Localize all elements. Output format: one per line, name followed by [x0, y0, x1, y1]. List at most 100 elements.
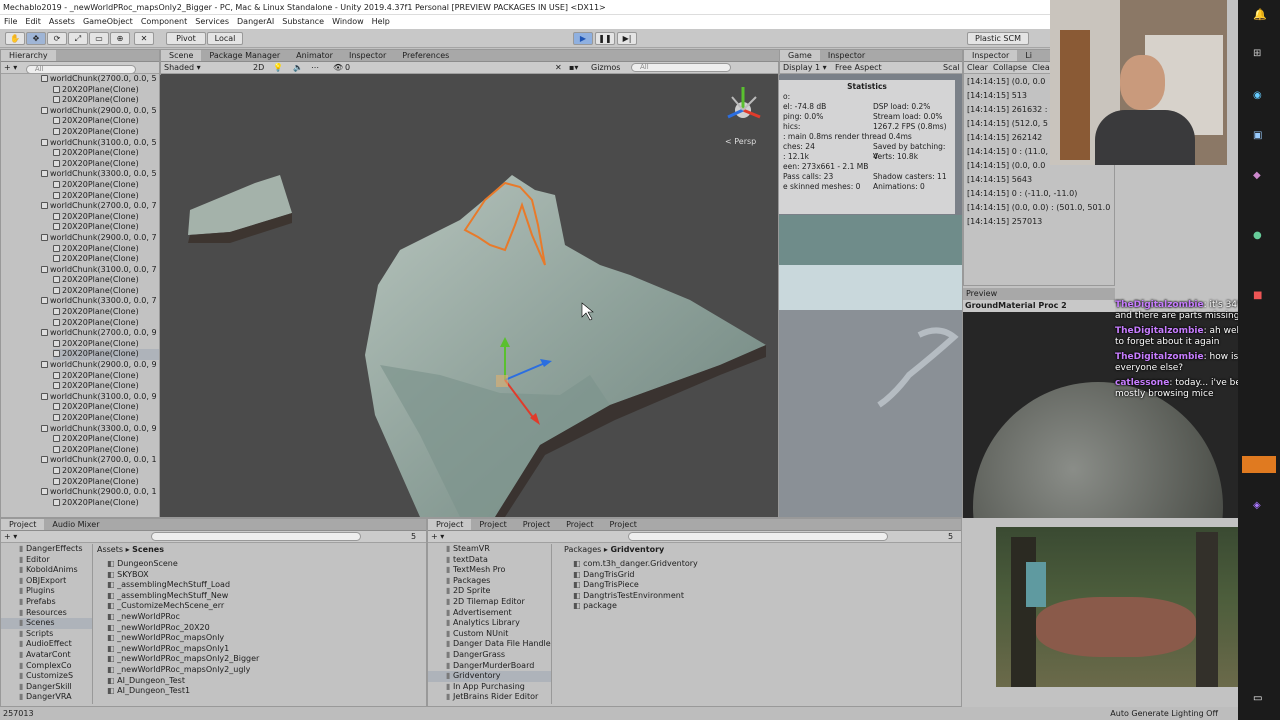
folder-item[interactable]: ▮ KoboldAnims — [1, 565, 92, 576]
app-icon-1[interactable]: ◉ — [1253, 90, 1262, 101]
breadcrumb-scenes[interactable]: Scenes — [132, 545, 164, 554]
breadcrumb-assets[interactable]: Assets — [97, 545, 123, 554]
hierarchy-search[interactable]: All — [25, 65, 136, 73]
folder-item[interactable]: ▮ 2D Tilemap Editor — [428, 597, 551, 608]
tab-project[interactable]: Project — [1, 519, 45, 530]
project-add-icon[interactable]: + ▾ — [4, 532, 17, 541]
folder-item[interactable]: ▮ DangerEffects — [1, 544, 92, 555]
clear-button[interactable]: Clear — [967, 63, 988, 72]
project-search[interactable] — [151, 532, 361, 541]
console-entry[interactable]: [14:14:15] 257013 — [967, 215, 1111, 229]
file-item[interactable]: ◧ DangTrisGrid — [573, 570, 873, 581]
folder-item[interactable]: ▮ ComplexCo — [1, 661, 92, 672]
app-icon-2[interactable]: ▣ — [1253, 130, 1262, 141]
project2-search[interactable] — [628, 532, 888, 541]
hierarchy-item[interactable]: worldChunk(2900.0, 0.0, 9 — [41, 360, 159, 371]
folder-item[interactable]: ▮ CustomizeS — [1, 671, 92, 682]
file-item[interactable]: ◧ AI_Dungeon_Test — [107, 676, 417, 687]
hierarchy-item[interactable]: 20X20Plane(Clone) — [53, 222, 159, 233]
plane-handle[interactable] — [496, 375, 508, 387]
hidden-objects-icon[interactable]: 👁 — [333, 62, 343, 73]
folder-item[interactable]: ▮ DangerVRA — [1, 692, 92, 703]
hierarchy-item[interactable]: 20X20Plane(Clone) — [53, 180, 159, 191]
hierarchy-item[interactable]: 20X20Plane(Clone) — [53, 85, 159, 96]
hierarchy-item[interactable]: 20X20Plane(Clone) — [53, 95, 159, 106]
hierarchy-item[interactable]: 20X20Plane(Clone) — [53, 127, 159, 138]
hierarchy-item[interactable]: worldChunk(3300.0, 0.0, 9 — [41, 424, 159, 435]
tab-project-b[interactable]: Project — [471, 519, 514, 530]
folder-item[interactable]: ▮ textData — [428, 555, 551, 566]
file-item[interactable]: ◧ com.t3h_danger.Gridventory — [573, 559, 873, 570]
menu-gameobject[interactable]: GameObject — [79, 15, 137, 29]
breadcrumb-packages[interactable]: Packages — [564, 545, 601, 554]
hierarchy-item[interactable]: 20X20Plane(Clone) — [53, 413, 159, 424]
hierarchy-item[interactable]: 20X20Plane(Clone) — [53, 498, 159, 509]
folder-item[interactable]: ▮ JetBrains Rider Editor — [428, 692, 551, 703]
hierarchy-item[interactable]: 20X20Plane(Clone) — [53, 402, 159, 413]
2d-toggle[interactable]: 2D — [253, 62, 264, 73]
console-entry[interactable]: [14:14:15] 5643 — [967, 173, 1111, 187]
tab-preferences[interactable]: Preferences — [394, 50, 457, 61]
folder-item[interactable]: ▮ Plugins — [1, 586, 92, 597]
tab-game-inspector[interactable]: Inspector — [820, 50, 873, 61]
scene-viewport[interactable]: < Persp — [160, 75, 778, 517]
status-message[interactable]: 257013 — [3, 709, 34, 718]
folder-item[interactable]: ▮ Scripts — [1, 629, 92, 640]
hierarchy-item[interactable]: 20X20Plane(Clone) — [53, 381, 159, 392]
hierarchy-item[interactable]: 20X20Plane(Clone) — [53, 349, 159, 361]
tab-lighting[interactable]: Li — [1017, 50, 1040, 61]
tab-preview[interactable]: Preview — [963, 288, 1115, 300]
file-item[interactable]: ◧ AI_Dungeon_Test1 — [107, 686, 417, 697]
hierarchy-item[interactable]: worldChunk(2900.0, 0.0, 7 — [41, 233, 159, 244]
file-item[interactable]: ◧ DangTrisPiece — [573, 580, 873, 591]
hierarchy-item[interactable]: 20X20Plane(Clone) — [53, 307, 159, 318]
file-item[interactable]: ◧ DangtrisTestEnvironment — [573, 591, 873, 602]
tools-icon[interactable]: ✕ — [555, 62, 562, 73]
active-app-icon[interactable] — [1242, 456, 1276, 473]
shading-dropdown[interactable]: Shaded — [164, 63, 194, 72]
hierarchy-item[interactable]: 20X20Plane(Clone) — [53, 445, 159, 456]
menu-services[interactable]: Services — [191, 15, 233, 29]
pause-button[interactable]: ❚❚ — [595, 32, 615, 45]
rect-tool-icon[interactable]: ▭ — [89, 32, 109, 45]
transform-tool-icon[interactable]: ⊕ — [110, 32, 130, 45]
hierarchy-item[interactable]: 20X20Plane(Clone) — [53, 191, 159, 202]
hierarchy-item[interactable]: 20X20Plane(Clone) — [53, 159, 159, 170]
breadcrumb-gridventory[interactable]: Gridventory — [610, 545, 664, 554]
tab-package-manager[interactable]: Package Manager — [201, 50, 288, 61]
folder-item[interactable]: ▮ AvatarCont — [1, 650, 92, 661]
menu-substance[interactable]: Substance — [278, 15, 328, 29]
lighting-icon[interactable]: 💡 — [273, 62, 283, 73]
camera-icon[interactable]: ▪▾ — [569, 62, 578, 73]
folder-item[interactable]: ▮ DangerGrass — [428, 650, 551, 661]
folder-item[interactable]: ▮ DangerSkill — [1, 682, 92, 693]
hierarchy-item[interactable]: worldChunk(3300.0, 0.0, 5 — [41, 169, 159, 180]
move-tool-icon[interactable]: ✥ — [26, 32, 46, 45]
menu-help[interactable]: Help — [368, 15, 394, 29]
tab-animator[interactable]: Animator — [288, 50, 341, 61]
tab-project-e[interactable]: Project — [602, 519, 645, 530]
file-item[interactable]: ◧ _newWorldPRoc_mapsOnly2_Bigger — [107, 654, 417, 665]
folder-item[interactable]: ▮ Editor — [1, 555, 92, 566]
hand-tool-icon[interactable]: ✋ — [5, 32, 25, 45]
hierarchy-item[interactable]: 20X20Plane(Clone) — [53, 244, 159, 255]
hierarchy-item[interactable]: worldChunk(3100.0, 0.0, 7 — [41, 265, 159, 276]
file-item[interactable]: ◧ _newWorldPRoc — [107, 612, 417, 623]
folder-item[interactable]: ▮ Advertisement — [428, 608, 551, 619]
effects-icon[interactable]: ⋯ — [311, 62, 319, 73]
app-icon-4[interactable]: ● — [1253, 230, 1262, 241]
display-dropdown[interactable]: Display 1 — [783, 63, 820, 72]
tab-scene[interactable]: Scene — [161, 50, 202, 61]
file-item[interactable]: ◧ _newWorldPRoc_20X20 — [107, 623, 417, 634]
scale-slider[interactable]: Scal — [943, 62, 960, 73]
folder-item[interactable]: ▮ TextMesh Pro — [428, 565, 551, 576]
menu-dangerai[interactable]: DangerAI — [233, 15, 278, 29]
plastic-scm-button[interactable]: Plastic SCM — [967, 32, 1029, 45]
app-icon-5[interactable]: ■ — [1253, 290, 1262, 301]
menu-component[interactable]: Component — [137, 15, 191, 29]
hierarchy-item[interactable]: 20X20Plane(Clone) — [53, 212, 159, 223]
hierarchy-item[interactable]: worldChunk(2700.0, 0.0, 9 — [41, 328, 159, 339]
folder-item[interactable]: ▮ Prefabs — [1, 597, 92, 608]
file-item[interactable]: ◧ _newWorldPRoc_mapsOnly — [107, 633, 417, 644]
hierarchy-item[interactable]: worldChunk(3300.0, 0.0, 7 — [41, 296, 159, 307]
